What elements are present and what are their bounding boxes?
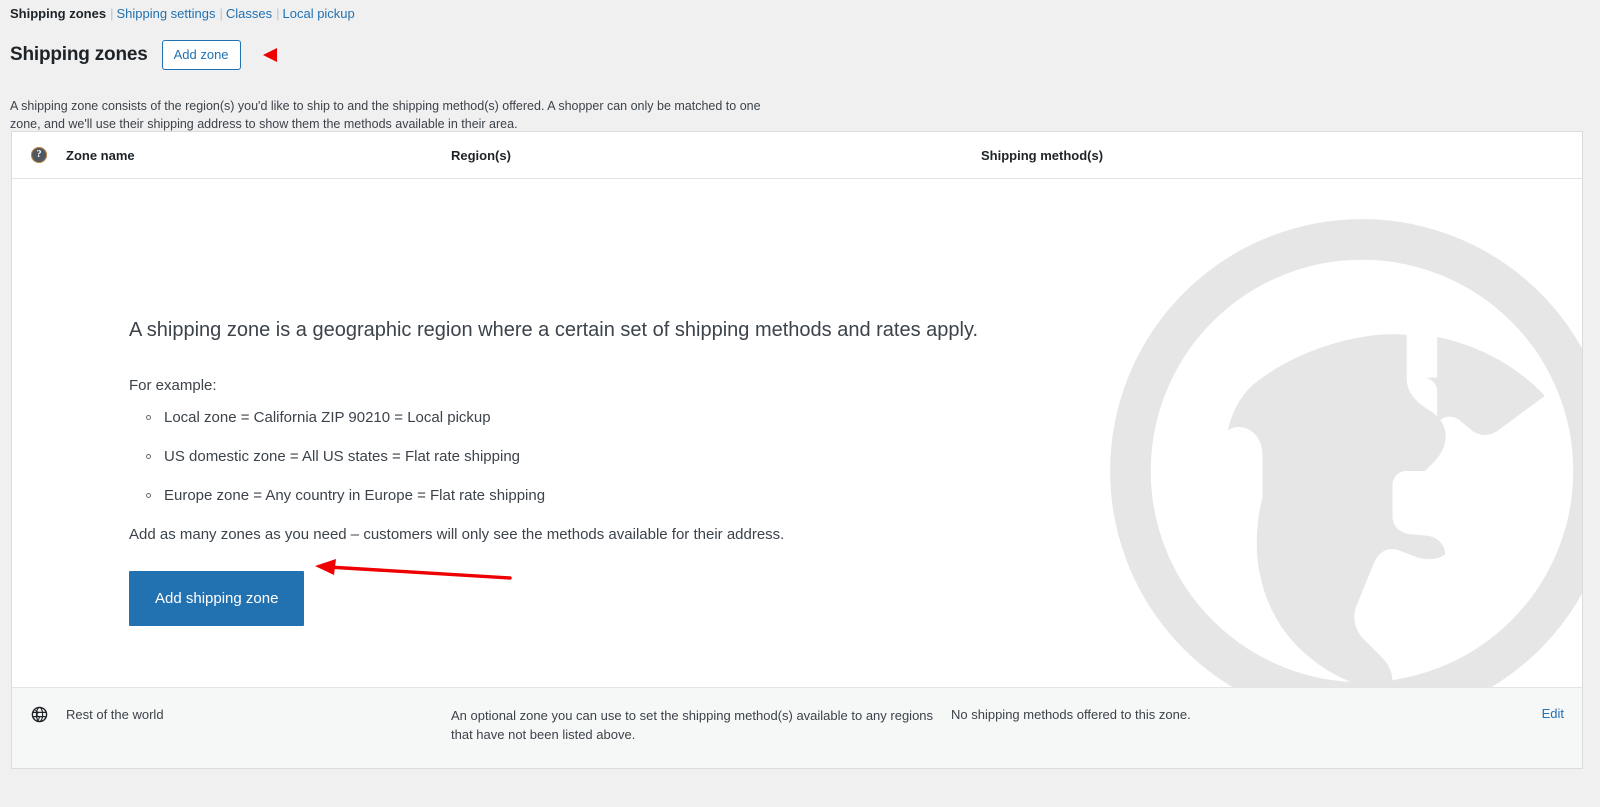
- zones-table-header: ? Zone name Region(s) Shipping method(s): [12, 132, 1582, 179]
- subnav-item-local-pickup[interactable]: Local pickup: [283, 6, 355, 21]
- subnav-separator: |: [276, 6, 280, 21]
- help-icon[interactable]: ?: [31, 147, 47, 163]
- rest-of-world-shipping-methods: No shipping methods offered to this zone…: [951, 707, 1191, 722]
- empty-state-example-label: For example:: [129, 377, 217, 394]
- red-left-arrow-marker-icon: [262, 48, 277, 62]
- globe-icon: [31, 706, 47, 723]
- edit-link[interactable]: Edit: [1542, 706, 1582, 721]
- shipping-zones-card: ? Zone name Region(s) Shipping method(s)…: [11, 131, 1583, 769]
- empty-state-example-list: Local zone = California ZIP 90210 = Loca…: [129, 408, 1582, 506]
- settings-subnav: Shipping zones | Shipping settings | Classes…: [10, 5, 355, 23]
- zones-empty-content: A shipping zone is a geographic region w…: [12, 179, 1582, 626]
- add-shipping-zone-button[interactable]: Add shipping zone: [129, 571, 305, 626]
- subnav-item-classes[interactable]: Classes: [226, 6, 272, 21]
- subnav-separator: |: [110, 6, 114, 21]
- empty-state-tail: Add as many zones as you need – customer…: [129, 526, 785, 543]
- page-title-row: Shipping zones Add zone: [10, 40, 277, 70]
- list-item: US domestic zone = All US states = Flat …: [146, 447, 1582, 467]
- list-item: Local zone = California ZIP 90210 = Loca…: [146, 408, 1582, 428]
- column-header-regions: Region(s): [451, 147, 511, 163]
- zones-header-icon-cell: ?: [12, 147, 66, 163]
- page-title: Shipping zones: [10, 44, 148, 65]
- add-zone-button[interactable]: Add zone: [161, 40, 241, 70]
- empty-state-lead: A shipping zone is a geographic region w…: [129, 319, 979, 341]
- rest-of-world-zone-name: Rest of the world: [66, 707, 164, 722]
- subnav-item-shipping-settings[interactable]: Shipping settings: [116, 6, 215, 21]
- table-row-rest-of-the-world: Rest of the world An optional zone you c…: [12, 687, 1582, 768]
- list-item: Europe zone = Any country in Europe = Fl…: [146, 486, 1582, 506]
- rest-of-world-icon-cell: [12, 706, 66, 723]
- subnav-item-shipping-zones[interactable]: Shipping zones: [10, 6, 106, 21]
- column-header-zone-name: Zone name: [66, 147, 135, 163]
- shipping-zones-description: A shipping zone consists of the region(s…: [10, 98, 761, 131]
- subnav-separator: |: [219, 6, 223, 21]
- column-header-shipping-methods: Shipping method(s): [981, 147, 1104, 163]
- rest-of-world-regions: An optional zone you can use to set the …: [451, 708, 934, 742]
- zones-empty-state: A shipping zone is a geographic region w…: [12, 179, 1582, 687]
